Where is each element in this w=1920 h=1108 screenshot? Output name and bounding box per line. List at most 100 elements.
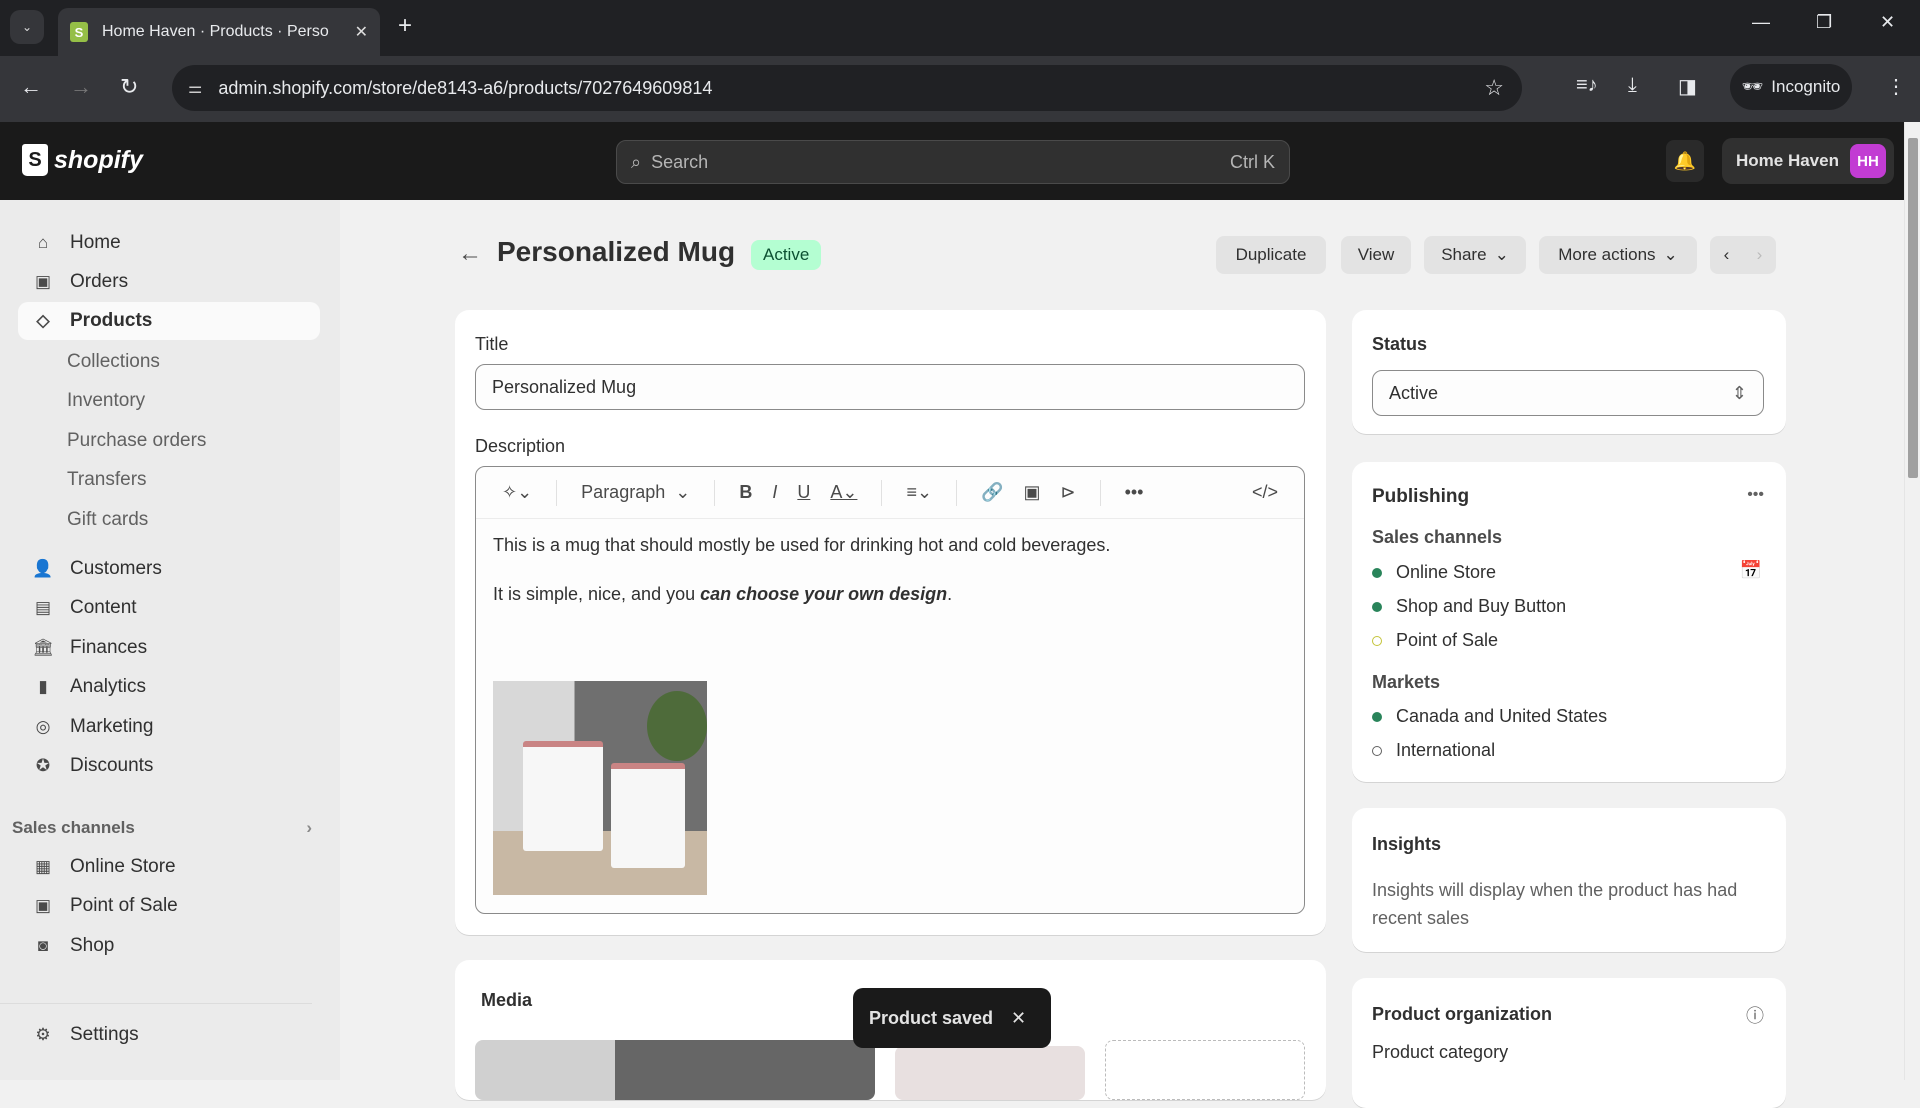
logo-text: shopify xyxy=(54,145,143,174)
sidebar-item-shop[interactable]: ◙ Shop xyxy=(18,927,320,965)
sidebar-item-home[interactable]: ⌂ Home xyxy=(18,224,320,262)
underline-icon[interactable]: U xyxy=(797,482,810,503)
duplicate-button[interactable]: Duplicate xyxy=(1216,236,1326,274)
sales-channels-heading: Sales channels xyxy=(1372,527,1503,547)
back-icon[interactable]: ← xyxy=(20,74,42,100)
sidebar-item-label: Online Store xyxy=(70,856,176,877)
bookmark-star-icon[interactable]: ☆ xyxy=(1484,75,1504,101)
share-button[interactable]: Share ⌄ xyxy=(1424,236,1526,274)
search-input[interactable]: ⌕ Search Ctrl K xyxy=(616,140,1290,184)
ai-magic-icon[interactable]: ✧⌄ xyxy=(502,482,532,503)
notifications-bell-icon[interactable]: 🔔 xyxy=(1666,140,1704,182)
description-end-text: . xyxy=(947,584,953,604)
sidebar-subitem-purchase-orders[interactable]: Purchase orders xyxy=(67,430,206,452)
italic-icon[interactable]: I xyxy=(772,482,777,503)
store-name: Home Haven xyxy=(1736,151,1839,170)
incognito-indicator[interactable]: 🕶 Incognito xyxy=(1730,64,1852,110)
code-view-icon[interactable]: </> xyxy=(1252,482,1278,503)
insights-text: Insights will display when the product h… xyxy=(1372,880,1738,928)
next-product-button[interactable]: › xyxy=(1743,236,1776,274)
download-icon[interactable]: ⤓ xyxy=(1628,74,1637,97)
schedule-calendar-icon[interactable]: 📅 xyxy=(1740,560,1762,581)
paragraph-style-select[interactable]: Paragraph ⌄ xyxy=(581,482,690,503)
previous-product-button[interactable]: ‹ xyxy=(1710,236,1743,274)
sidebar-item-discounts[interactable]: ✪ Discounts xyxy=(18,747,320,785)
toast-close-icon[interactable]: ✕ xyxy=(1011,1008,1026,1029)
sidebar-item-orders[interactable]: ▣ Orders xyxy=(18,263,320,301)
more-actions-button[interactable]: More actions ⌄ xyxy=(1539,236,1697,274)
close-window-icon[interactable]: ✕ xyxy=(1880,12,1895,33)
description-plain-text: It is simple, nice, and you xyxy=(493,584,701,604)
media-thumbnail-main[interactable] xyxy=(475,1040,875,1100)
insert-video-icon[interactable]: ⊳ xyxy=(1060,482,1075,503)
sidebar-sales-channels-header[interactable]: Sales channels › xyxy=(12,818,312,838)
product-details-card: Title Personalized Mug Description ✧⌄ Pa… xyxy=(455,310,1326,935)
media-control-icon[interactable]: ≡♪ xyxy=(1576,74,1598,97)
page-scrollbar[interactable] xyxy=(1904,122,1920,1080)
channel-point-of-sale: Point of Sale xyxy=(1372,630,1498,651)
info-icon[interactable]: ⓘ xyxy=(1746,1002,1764,1028)
forward-icon[interactable]: → xyxy=(70,74,92,100)
image-plant xyxy=(647,691,707,761)
media-label: Media xyxy=(481,990,533,1010)
publishing-card: Publishing ••• Sales channels Online Sto… xyxy=(1352,462,1786,782)
sidebar-item-point-of-sale[interactable]: ▣ Point of Sale xyxy=(18,887,320,925)
insights-card: Insights Insights will display when the … xyxy=(1352,808,1786,952)
address-bar[interactable]: ⚌ admin.shopify.com/store/de8143-a6/prod… xyxy=(172,65,1522,111)
description-editor[interactable]: ✧⌄ Paragraph ⌄ B I U A⌄ ≡⌄ 🔗 ▣ ⊳ ••• </>… xyxy=(475,466,1305,914)
sidebar-subitem-gift-cards[interactable]: Gift cards xyxy=(67,509,148,531)
sidebar-item-marketing[interactable]: ◎ Marketing xyxy=(18,708,320,746)
sidebar-item-settings[interactable]: ⚙ Settings xyxy=(18,1016,320,1054)
close-tab-icon[interactable]: ✕ xyxy=(355,22,368,42)
reload-icon[interactable]: ↻ xyxy=(120,74,138,100)
sidebar-item-content[interactable]: ▤ Content xyxy=(18,589,320,627)
tab-search-button[interactable]: ⌄ xyxy=(10,10,44,44)
chevron-down-icon: ⌄ xyxy=(1494,245,1509,264)
shopify-logo[interactable]: S shopify xyxy=(22,144,143,176)
sidebar-item-customers[interactable]: 👤 Customers xyxy=(18,550,320,588)
link-icon[interactable]: 🔗 xyxy=(981,482,1003,503)
title-input[interactable]: Personalized Mug xyxy=(475,364,1305,410)
status-select[interactable]: Active ⇕ xyxy=(1372,370,1764,416)
bold-icon[interactable]: B xyxy=(739,482,752,503)
media-upload-dropzone[interactable] xyxy=(1105,1040,1305,1100)
bank-icon: 🏛 xyxy=(32,638,54,657)
sidebar-item-products[interactable]: ◇ Products xyxy=(18,302,320,340)
sidebar-subitem-inventory[interactable]: Inventory xyxy=(67,390,145,412)
scrollbar-thumb[interactable] xyxy=(1908,138,1918,478)
mug-product-image[interactable] xyxy=(493,681,707,895)
person-icon: 👤 xyxy=(32,559,54,578)
back-arrow-icon[interactable]: ← xyxy=(458,240,482,268)
more-actions-label: More actions xyxy=(1558,245,1656,264)
more-formatting-icon[interactable]: ••• xyxy=(1125,482,1144,503)
incognito-icon: 🕶 xyxy=(1741,77,1764,96)
select-arrows-icon: ⇕ xyxy=(1731,382,1747,403)
store-menu-button[interactable]: Home Haven HH xyxy=(1722,138,1894,184)
browser-menu-icon[interactable]: ⋮ xyxy=(1886,74,1906,99)
toolbar-divider xyxy=(1099,479,1101,506)
site-info-icon[interactable]: ⚌ xyxy=(188,78,202,98)
sidebar-subitem-transfers[interactable]: Transfers xyxy=(67,469,147,491)
title-label: Title xyxy=(475,334,509,354)
media-thumbnail-2[interactable] xyxy=(895,1046,1085,1100)
browser-tab[interactable]: S Home Haven · Products · Perso ✕ xyxy=(58,8,380,56)
align-icon[interactable]: ≡⌄ xyxy=(906,482,932,503)
sales-channels-label: Sales channels xyxy=(12,818,135,837)
view-button[interactable]: View xyxy=(1341,236,1411,274)
restore-icon[interactable]: ❐ xyxy=(1816,12,1832,33)
text-color-icon[interactable]: A⌄ xyxy=(830,482,857,503)
channel-name: Point of Sale xyxy=(1396,630,1499,650)
sidebar-item-online-store[interactable]: ▦ Online Store xyxy=(18,848,320,886)
shopify-favicon-icon: S xyxy=(70,22,88,42)
sidebar-subitem-collections[interactable]: Collections xyxy=(67,351,160,373)
minimize-icon[interactable]: — xyxy=(1752,12,1770,33)
incognito-label: Incognito xyxy=(1771,77,1841,96)
insert-image-icon[interactable]: ▣ xyxy=(1023,482,1040,503)
publishing-more-icon[interactable]: ••• xyxy=(1747,486,1764,504)
chevron-down-icon: ⌄ xyxy=(1663,245,1678,264)
store-icon: ▦ xyxy=(34,857,52,876)
side-panel-icon[interactable]: ◨ xyxy=(1678,74,1697,99)
new-tab-button[interactable]: + xyxy=(398,12,412,40)
sidebar-item-analytics[interactable]: ▮ Analytics xyxy=(18,668,320,706)
sidebar-item-finances[interactable]: 🏛 Finances xyxy=(18,629,320,667)
